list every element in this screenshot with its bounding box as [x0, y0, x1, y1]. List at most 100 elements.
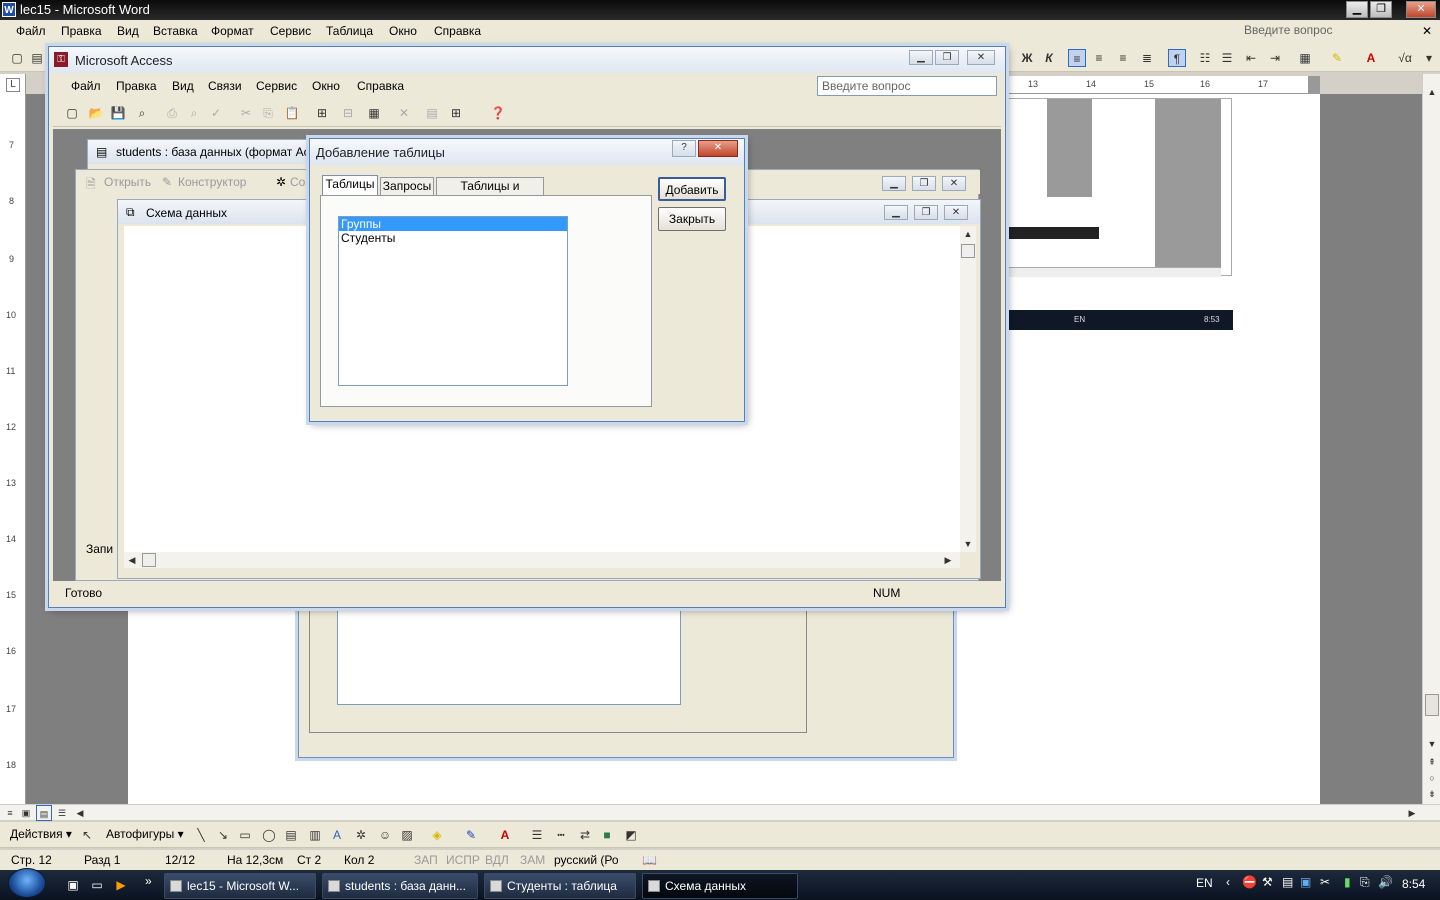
autoshapes-menu[interactable]: Автофигуры ▾ — [106, 827, 184, 841]
back-window-restore-button[interactable]: ❐ — [912, 176, 936, 191]
access-minimize-button[interactable]: ▁ — [909, 50, 933, 65]
word-highlight-icon[interactable]: ✎ — [1328, 49, 1346, 67]
word-web-view-icon[interactable]: ▣ — [18, 805, 34, 821]
access-new-icon[interactable]: ▢ — [63, 104, 81, 122]
access-help-icon[interactable]: ❓ — [489, 104, 507, 122]
tray-language[interactable]: EN — [1196, 876, 1213, 890]
word-scroll-down-icon[interactable]: ▼ — [1424, 736, 1440, 752]
access-delete-icon[interactable]: ✕ — [395, 104, 413, 122]
tray-battery-icon[interactable]: ▮ — [1344, 875, 1351, 889]
status-ovr[interactable]: ЗАМ — [520, 853, 545, 867]
access-open-icon[interactable]: 📂 — [87, 104, 105, 122]
word-border-icon[interactable]: ▦ — [1296, 49, 1314, 67]
word-justify-icon[interactable]: ≣ — [1138, 49, 1156, 67]
word-minimize-button[interactable]: ▁ — [1346, 1, 1368, 18]
word-bold-icon[interactable]: Ж — [1018, 49, 1036, 67]
task-word[interactable]: lec15 - Microsoft W... — [164, 873, 316, 899]
word-font-color-icon[interactable]: A — [1362, 49, 1380, 67]
arrow-tool-icon[interactable]: ↘ — [214, 826, 232, 844]
word-menu-edit[interactable]: Правка — [61, 24, 102, 38]
tray-antivirus-icon[interactable]: ⛔ — [1242, 875, 1257, 889]
word-menu-help[interactable]: Справка — [434, 24, 481, 38]
textbox-tool-icon[interactable]: ▤ — [282, 826, 300, 844]
dash-style-icon[interactable]: ┅ — [552, 826, 570, 844]
access-menu-edit[interactable]: Правка — [116, 79, 157, 93]
tray-tool-icon[interactable]: ⚒ — [1262, 875, 1273, 889]
tab-queries[interactable]: Запросы — [380, 177, 434, 195]
arrow-style-icon[interactable]: ⇄ — [576, 826, 594, 844]
tab-tables[interactable]: Таблицы — [322, 175, 378, 195]
schema-minimize-button[interactable]: ▁ — [884, 205, 908, 220]
schema-scroll-up-icon[interactable]: ▲ — [960, 226, 976, 242]
word-equation-icon[interactable]: √α — [1396, 49, 1414, 67]
word-next-page-icon[interactable]: ⇟ — [1424, 786, 1440, 802]
quicklaunch-media-icon[interactable]: ▶ — [112, 876, 130, 894]
schema-scroll-left-icon[interactable]: ◀ — [124, 552, 140, 568]
access-show-table-icon[interactable]: ⊞ — [313, 104, 331, 122]
access-database-window-icon[interactable]: ▤ — [423, 104, 441, 122]
word-hscroll-right-icon[interactable]: ▶ — [1404, 805, 1420, 821]
select-objects-icon[interactable]: ↖ — [78, 826, 96, 844]
word-vertical-scrollbar[interactable]: ▲ ▼ ⇞ ○ ⇟ — [1422, 74, 1440, 804]
word-menu-format[interactable]: Формат — [211, 24, 254, 38]
word-menu-window[interactable]: Окно — [389, 24, 417, 38]
vertical-textbox-icon[interactable]: ▥ — [306, 826, 324, 844]
access-ask-input[interactable]: Введите вопрос — [817, 76, 997, 96]
word-align-center-icon[interactable]: ≡ — [1090, 49, 1108, 67]
spelling-status-icon[interactable]: 📖 — [642, 853, 657, 867]
word-indent-icon[interactable]: ⇥ — [1266, 49, 1284, 67]
access-copy-icon[interactable]: ⎘ — [259, 104, 277, 122]
draw-actions-menu[interactable]: Действия ▾ — [10, 827, 72, 841]
task-students-table[interactable]: Студенты : таблица — [484, 873, 636, 899]
word-new-icon[interactable]: ▢ — [8, 49, 26, 67]
schema-hscroll-thumb[interactable] — [142, 553, 156, 567]
word-print-view-icon[interactable]: ▤ — [36, 805, 52, 821]
access-all-relations-icon[interactable]: ▦ — [365, 104, 383, 122]
db-design-icon[interactable]: ✎ — [162, 175, 172, 189]
word-menu-tools[interactable]: Сервис — [270, 24, 311, 38]
schema-scroll-right-icon[interactable]: ▶ — [940, 552, 956, 568]
back-window-close-button[interactable]: ✕ — [942, 176, 966, 191]
word-italic-icon[interactable]: К — [1040, 49, 1058, 67]
access-save-icon[interactable]: 💾 — [109, 104, 127, 122]
schema-vertical-scrollbar[interactable]: ▲ ▼ — [960, 226, 976, 552]
word-bullets-icon[interactable]: ☰ — [1218, 49, 1236, 67]
tray-monitor-icon[interactable]: ▤ — [1282, 875, 1293, 889]
access-menu-file[interactable]: Файл — [71, 79, 101, 93]
word-hscroll-left-icon[interactable]: ◀ — [72, 805, 88, 821]
word-toolbar-options-icon[interactable]: ▾ — [1420, 49, 1438, 67]
close-button[interactable]: Закрыть — [658, 207, 726, 231]
word-numbering-icon[interactable]: ☷ — [1196, 49, 1214, 67]
back-window-minimize-button[interactable]: ▁ — [882, 176, 906, 191]
draw-font-color-icon[interactable]: A — [496, 826, 514, 844]
word-scroll-up-icon[interactable]: ▲ — [1424, 84, 1440, 100]
access-paste-icon[interactable]: 📋 — [283, 104, 301, 122]
word-scroll-thumb[interactable] — [1425, 694, 1439, 716]
quicklaunch-switch-icon[interactable]: ▣ — [64, 876, 82, 894]
word-horizontal-scrollbar[interactable]: ≡ ▣ ▤ ☰ ◀ ▶ — [0, 804, 1440, 821]
access-close-button[interactable]: ✕ — [967, 50, 995, 65]
access-direct-relations-icon[interactable]: ⊟ — [339, 104, 357, 122]
quicklaunch-desktop-icon[interactable]: ▭ — [88, 876, 106, 894]
fill-color-icon[interactable]: ◈ — [428, 826, 446, 844]
tab-tables-and-queries[interactable]: Таблицы и запросы — [436, 177, 544, 209]
schema-close-button[interactable]: ✕ — [944, 205, 968, 220]
word-menu-insert[interactable]: Вставка — [153, 24, 198, 38]
line-color-icon[interactable]: ✎ — [462, 826, 480, 844]
schema-vscroll-thumb[interactable] — [961, 244, 975, 258]
word-menu-table[interactable]: Таблица — [326, 24, 373, 38]
tray-volume-icon[interactable]: 🔊 — [1378, 875, 1393, 889]
wordart-icon[interactable]: A — [328, 826, 346, 844]
status-ext[interactable]: ВДЛ — [485, 853, 509, 867]
word-browse-object-icon[interactable]: ○ — [1424, 770, 1440, 786]
word-prev-page-icon[interactable]: ⇞ — [1424, 754, 1440, 770]
tables-listbox[interactable]: Группы Студенты — [338, 216, 568, 386]
db-open-icon[interactable]: 🗎 — [86, 175, 96, 196]
tray-bluetooth-icon[interactable]: ▣ — [1300, 875, 1311, 889]
word-ask-input[interactable]: Введите вопрос — [1240, 21, 1420, 41]
access-search-icon[interactable]: ⌕ — [133, 104, 151, 122]
status-rec[interactable]: ЗАП — [414, 853, 438, 867]
task-access-db[interactable]: students : база данн... — [322, 873, 478, 899]
shadow-icon[interactable]: ■ — [598, 826, 616, 844]
access-menu-help[interactable]: Справка — [357, 79, 404, 93]
